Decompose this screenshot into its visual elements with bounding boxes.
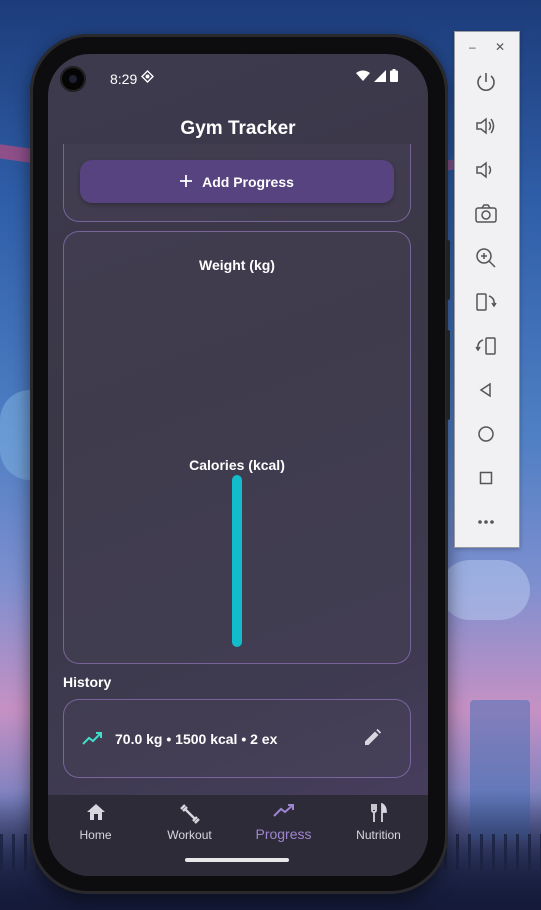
- rotate-left-button[interactable]: [472, 288, 500, 316]
- screenshot-button[interactable]: [472, 200, 500, 228]
- weight-chart-title: Weight (kg): [199, 257, 275, 273]
- overview-button[interactable]: [472, 464, 500, 492]
- nav-workout[interactable]: Workout: [142, 795, 237, 865]
- history-label: History: [63, 674, 112, 690]
- overview-icon: [479, 471, 493, 485]
- volume-down-button[interactable]: [472, 156, 500, 184]
- dumbbell-icon: [179, 803, 201, 830]
- progress-chart-card: Weight (kg) Calories (kcal): [63, 231, 411, 664]
- battery-icon: [390, 69, 398, 82]
- home-icon: [86, 803, 106, 826]
- restaurant-icon: [370, 802, 388, 828]
- plus-icon: [180, 174, 193, 190]
- nav-nutrition[interactable]: Nutrition: [331, 795, 426, 865]
- home-circle-icon: [478, 426, 494, 442]
- home-button[interactable]: [472, 420, 500, 448]
- rotate-left-icon: [476, 293, 497, 311]
- zoom-icon: [476, 248, 496, 268]
- edit-icon[interactable]: [362, 728, 382, 753]
- camera-icon: [475, 204, 497, 223]
- nav-label: Progress: [255, 826, 312, 842]
- settings-status-icon: [141, 70, 154, 86]
- rotate-right-button[interactable]: [472, 332, 500, 360]
- history-list-item[interactable]: 70.0 kg • 1500 kcal • 2 ex: [63, 699, 411, 778]
- signal-icon: [374, 69, 386, 82]
- add-progress-button[interactable]: Add Progress: [80, 160, 394, 203]
- trending-up-icon: [272, 803, 295, 822]
- rotate-right-icon: [475, 337, 496, 355]
- more-icon: [478, 520, 494, 524]
- volume-down-icon: [476, 161, 492, 179]
- status-bar: 8:29: [48, 54, 428, 102]
- calories-chart-title: Calories (kcal): [189, 457, 285, 473]
- history-item-text: 70.0 kg • 1500 kcal • 2 ex: [115, 731, 278, 747]
- power-icon: [477, 73, 495, 91]
- wifi-icon: [356, 70, 370, 81]
- calories-bar: [232, 475, 242, 647]
- gesture-home-indicator[interactable]: [185, 858, 289, 862]
- add-progress-card: Add Progress: [63, 144, 411, 222]
- status-time: 8:29: [110, 71, 138, 87]
- phone-side-button: [446, 240, 450, 300]
- nav-progress[interactable]: Progress: [236, 795, 331, 865]
- nav-label: Nutrition: [356, 828, 401, 842]
- zoom-button[interactable]: [472, 244, 500, 272]
- power-button[interactable]: [472, 68, 500, 96]
- close-button[interactable]: ✕: [495, 40, 505, 54]
- more-button[interactable]: [472, 508, 500, 536]
- volume-up-icon: [476, 117, 495, 135]
- phone-screen: 8:29 Gym Tracker Add Progress Weight (kg…: [48, 54, 428, 876]
- front-camera: [60, 66, 86, 92]
- nav-label: Workout: [167, 828, 212, 842]
- nav-label: Home: [79, 828, 112, 842]
- emulator-toolbar: – ✕: [454, 31, 520, 548]
- back-button[interactable]: [472, 376, 500, 404]
- add-progress-label: Add Progress: [202, 173, 294, 190]
- app-title: Gym Tracker: [180, 118, 296, 139]
- phone-side-button: [446, 330, 450, 420]
- trending-up-icon: [82, 731, 102, 750]
- nav-home[interactable]: Home: [48, 795, 143, 865]
- minimize-button[interactable]: –: [469, 40, 476, 54]
- back-icon: [479, 382, 491, 398]
- volume-up-button[interactable]: [472, 112, 500, 140]
- bottom-navigation: Home Workout Progress Nutrition: [48, 795, 428, 876]
